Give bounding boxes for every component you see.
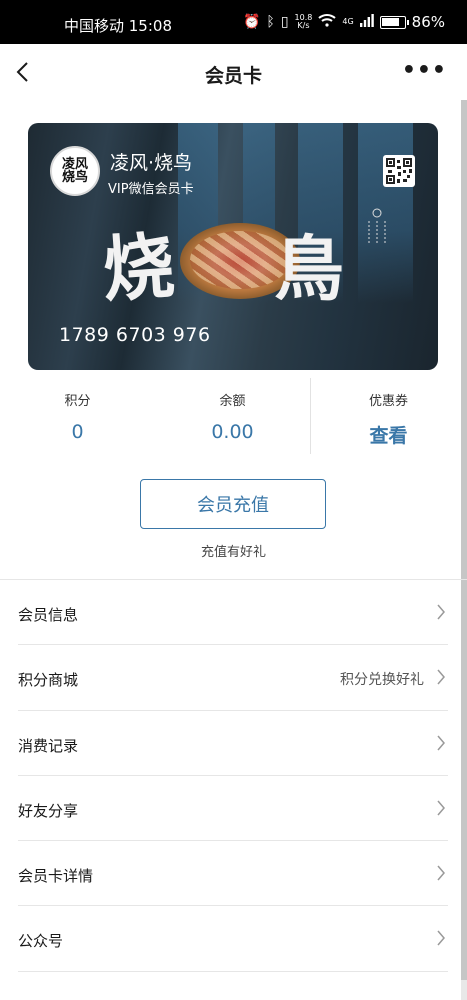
carrier-time: 中国移动 15:08: [64, 17, 172, 35]
chevron-right-icon: [437, 669, 445, 685]
menu-item-label: 好友分享: [18, 801, 79, 820]
network-type: 4G: [342, 17, 354, 26]
brand-logo: 凌风 烧鸟: [50, 146, 100, 196]
menu-list: 会员信息 积分商城 积分兑换好礼 消费记录 好友分享 会员卡详情 公众号: [0, 579, 467, 972]
view-coupons-link[interactable]: 查看: [311, 421, 466, 448]
menu-item-hint: 积分兑换好礼: [340, 672, 424, 689]
logo-line-2: 烧鸟: [61, 170, 88, 185]
battery-icon: [379, 15, 409, 29]
decorative-seal-text: [364, 207, 394, 249]
page-title: 会员卡: [204, 65, 262, 87]
stat-value: 0: [71, 421, 84, 443]
menu-item-label: 会员卡详情: [18, 867, 94, 886]
menu-item-label: 消费记录: [18, 736, 79, 755]
stat-label: 积分: [64, 394, 91, 409]
status-icons: ⏰ ᛒ ▯ 10.8 K/s 4G 86%: [243, 13, 445, 31]
menu-item-member-info[interactable]: 会员信息: [18, 580, 448, 646]
signal-icon: [359, 13, 374, 31]
wifi-icon: [318, 13, 337, 31]
net-speed: 10.8 K/s: [295, 14, 313, 30]
menu-item-card-details[interactable]: 会员卡详情: [18, 841, 448, 907]
chevron-right-icon: [437, 865, 445, 881]
card-subtitle: VIP微信会员卡: [108, 182, 194, 197]
net-speed-unit: K/s: [297, 21, 310, 30]
card-art-char-1: 烧: [99, 222, 178, 313]
menu-item-share-friends[interactable]: 好友分享: [18, 776, 448, 842]
status-bar: 中国移动 15:08 ⏰ ᛒ ▯ 10.8 K/s 4G 86%: [0, 0, 467, 44]
chevron-right-icon: [437, 735, 445, 751]
recharge-button[interactable]: 会员充值: [140, 479, 326, 529]
card-number: 1789 6703 976: [59, 324, 211, 346]
chevron-right-icon: [437, 930, 445, 946]
nav-bar: 会员卡 •••: [0, 44, 467, 100]
member-card[interactable]: 凌风 烧鸟 凌风·烧鸟 VIP微信会员卡 烧 鳥 1789 6703 976: [28, 123, 438, 370]
stat-points[interactable]: 积分 0: [0, 378, 155, 443]
menu-item-label: 会员信息: [18, 606, 79, 624]
bluetooth-icon: ᛒ: [266, 14, 275, 30]
chevron-right-icon: [437, 604, 445, 620]
alarm-icon: ⏰: [242, 14, 261, 30]
menu-item-label: 公众号: [18, 932, 64, 951]
battery-fill: [382, 18, 400, 26]
stat-value: 0.00: [211, 421, 254, 443]
qr-code-icon[interactable]: [383, 155, 415, 187]
brand-name: 凌风·烧鸟: [110, 152, 193, 174]
vibrate-icon: ▯: [280, 14, 289, 30]
stat-label: 优惠券: [368, 394, 408, 409]
stat-label: 余额: [219, 394, 246, 409]
card-art-char-2: 鳥: [274, 227, 344, 310]
more-options-icon[interactable]: •••: [402, 58, 447, 83]
member-stats: 积分 0 余额 0.00 优惠券 查看: [0, 378, 467, 458]
battery-percent: 86%: [411, 13, 445, 31]
chevron-right-icon: [437, 800, 445, 816]
menu-item-purchase-history[interactable]: 消费记录: [18, 711, 448, 776]
menu-item-label: 积分商城: [18, 671, 79, 690]
stat-balance[interactable]: 余额 0.00: [155, 378, 310, 443]
menu-item-official-account[interactable]: 公众号: [18, 906, 448, 972]
recharge-tip: 充值有好礼: [200, 545, 266, 560]
stat-coupons[interactable]: 优惠券 查看: [311, 378, 466, 448]
menu-item-points-mall[interactable]: 积分商城 积分兑换好礼: [18, 645, 448, 711]
